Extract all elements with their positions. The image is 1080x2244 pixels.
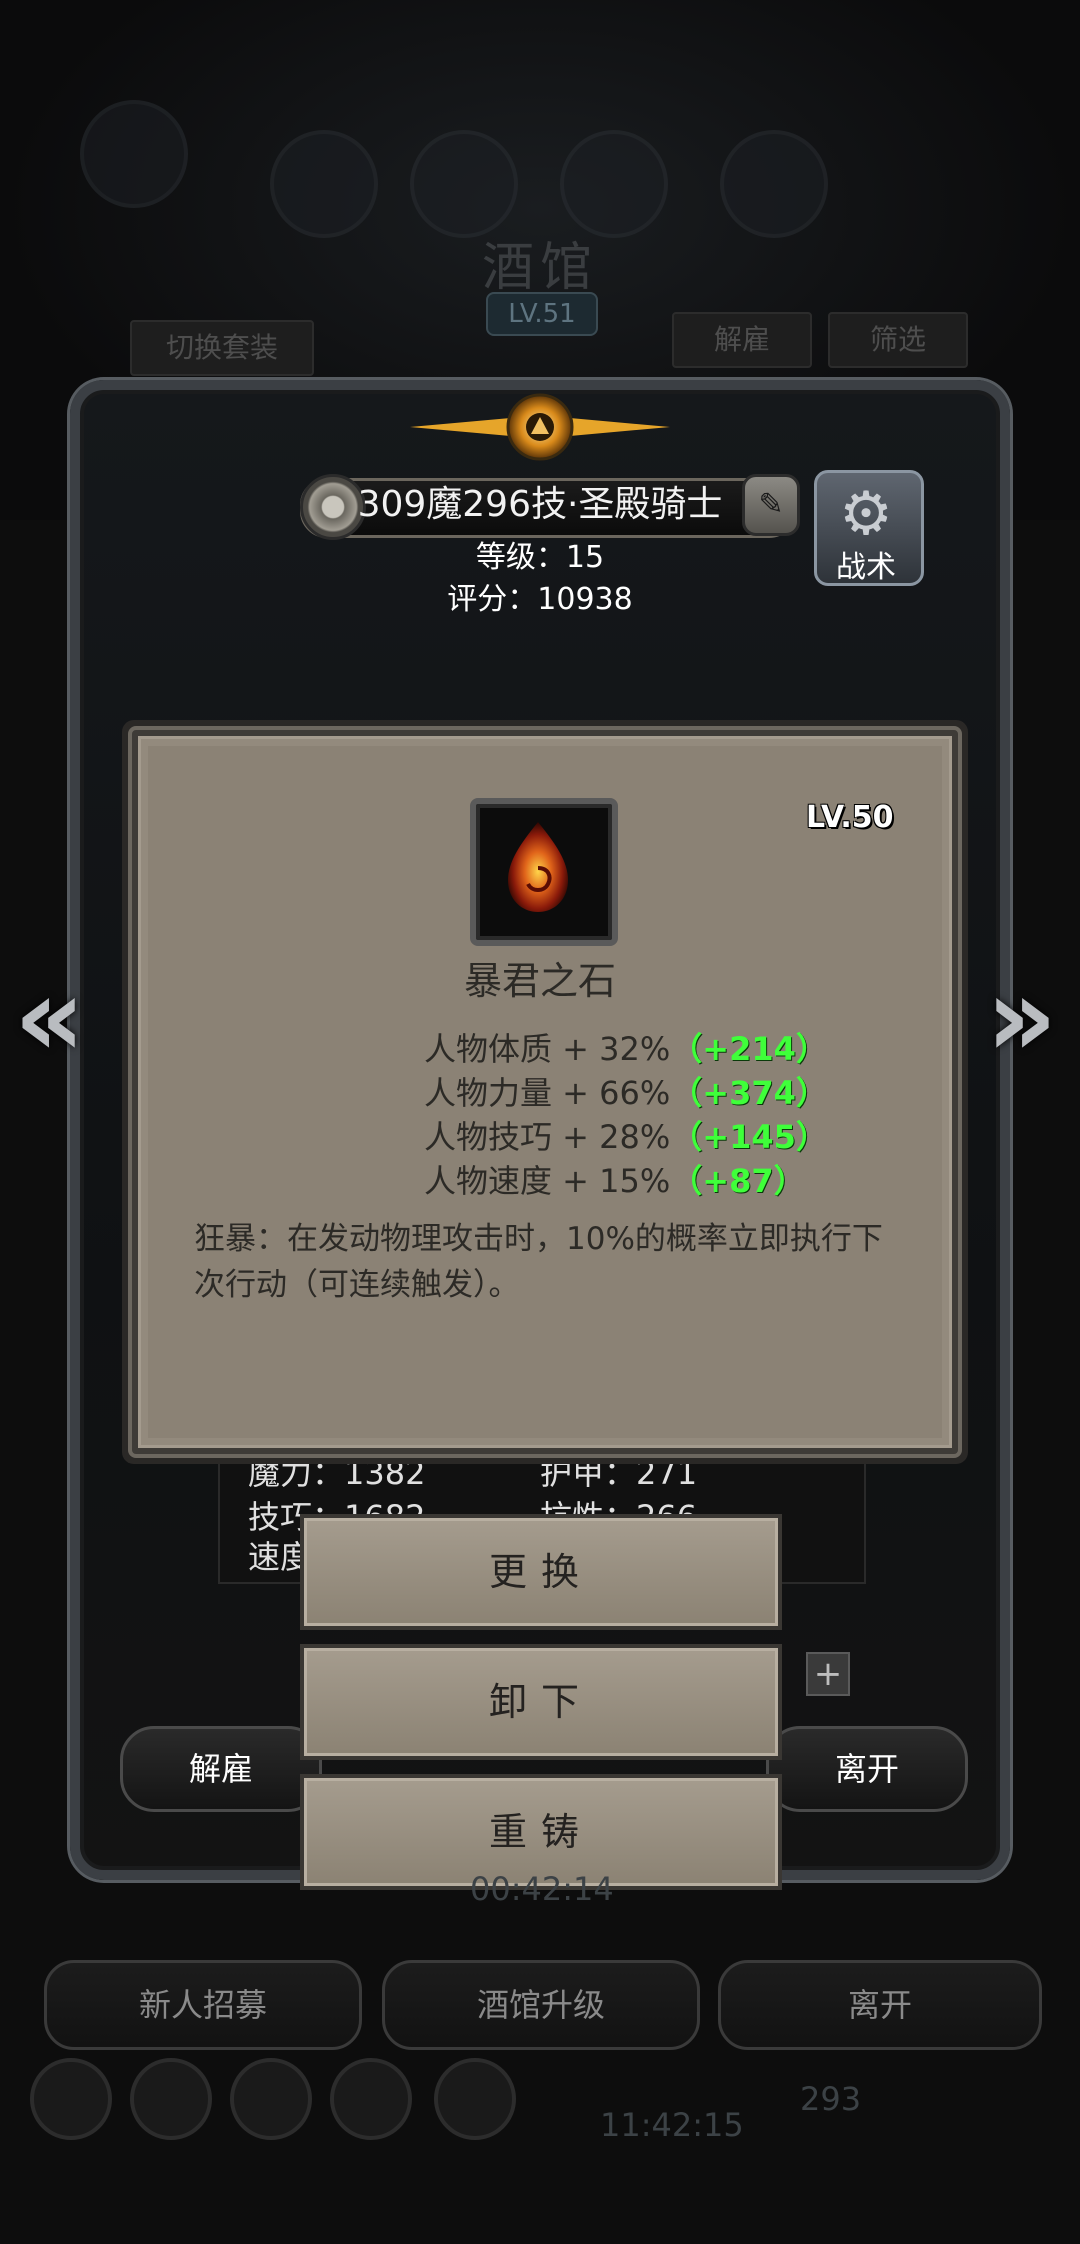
currency-amount: 293 (800, 2080, 862, 2118)
item-icon-frame (470, 798, 618, 946)
panel-emblem-icon (410, 393, 670, 461)
edit-name-button[interactable]: ✎ (742, 474, 800, 536)
switch-set-button[interactable]: 切换套装 (130, 320, 314, 376)
replace-button[interactable]: 更换 (300, 1514, 782, 1630)
stat-armor: 护甲：271 (540, 1454, 698, 1492)
nav-icon[interactable] (330, 2058, 412, 2140)
recruit-button[interactable]: 新人招募 (44, 1960, 362, 2050)
nav-icon[interactable] (30, 2058, 112, 2140)
attribute-label: 人物体质 + 32% (424, 1030, 671, 1068)
hero-score: 评分：10938 (447, 582, 633, 617)
attribute-line: 人物体质 + 32%（+214） (424, 1024, 828, 1070)
tyrant-stone-icon (508, 822, 568, 912)
item-description: 狂暴：在发动物理攻击时，10%的概率立即执行下次行动（可连续触发）。 (194, 1221, 883, 1303)
bottom-leave-button[interactable]: 离开 (718, 1960, 1042, 2050)
background-menu-icon (410, 130, 518, 238)
nav-icon[interactable] (230, 2058, 312, 2140)
tavern-dismiss-button[interactable]: 解雇 (672, 312, 812, 368)
attribute-line: 人物速度 + 15%（+87） (424, 1156, 806, 1202)
dismiss-hero-button[interactable]: 解雇 (120, 1726, 322, 1812)
recruit-timer: 00:42:14 (470, 1870, 614, 1908)
attribute-line: 人物力量 + 66%（+374） (424, 1068, 828, 1114)
nav-icon[interactable] (434, 2058, 516, 2140)
attribute-line: 人物技巧 + 28%（+145） (424, 1112, 828, 1158)
leave-panel-button[interactable]: 离开 (766, 1726, 968, 1812)
hero-level: 等级：15 (475, 540, 605, 575)
unequip-button[interactable]: 卸下 (300, 1644, 782, 1760)
tavern-level-badge: LV.51 (486, 292, 598, 336)
tavern-title: 酒馆 (481, 238, 598, 298)
filter-button[interactable]: 筛选 (828, 312, 968, 368)
item-name: 暴君之石 (463, 959, 616, 1003)
add-button[interactable]: + (806, 1652, 850, 1696)
attribute-label: 人物力量 + 66% (424, 1074, 671, 1112)
tavern-upgrade-button[interactable]: 酒馆升级 (382, 1960, 700, 2050)
nav-icon[interactable] (130, 2058, 212, 2140)
bottom-timer: 11:42:15 (600, 2106, 744, 2144)
item-level: LV.50 (806, 800, 894, 835)
background-menu-icon (270, 130, 378, 238)
attribute-label: 人物速度 + 15% (424, 1162, 671, 1200)
background-menu-icon (80, 100, 188, 208)
attribute-bonus: （+214） (670, 1030, 828, 1068)
background-menu-icon (560, 130, 668, 238)
background-menu-icon (720, 130, 828, 238)
attribute-bonus: （+374） (670, 1074, 828, 1112)
pencil-icon: ✎ (758, 487, 784, 522)
stat-magic: 魔力：1382 (248, 1454, 426, 1492)
attribute-bonus: （+145） (670, 1118, 828, 1156)
attribute-label: 人物技巧 + 28% (424, 1118, 671, 1156)
hero-name: 309魔296技·圣殿骑士 (357, 484, 723, 525)
attribute-bonus: （+87） (670, 1162, 806, 1200)
